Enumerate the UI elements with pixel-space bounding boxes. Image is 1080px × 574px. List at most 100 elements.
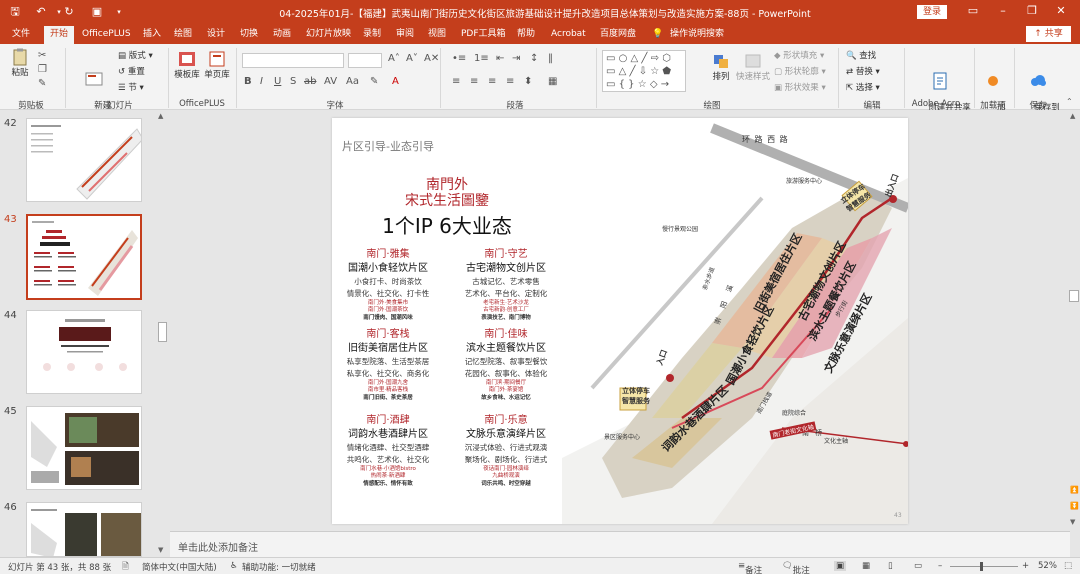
scroll-down-double-icon[interactable]: ⏬ [1070,502,1079,510]
tab-view[interactable]: 视图 [428,27,446,44]
tab-slideshow[interactable]: 幻灯片放映 [306,27,351,44]
align-center-icon[interactable]: ≡ [470,76,478,88]
tab-animations[interactable]: 动画 [273,27,291,44]
tab-pdf-toolbox[interactable]: PDF工具箱 [461,27,506,44]
tab-officeplus[interactable]: OfficePLUS [82,27,131,44]
notes-toggle[interactable]: ≡ 备注 [738,561,762,574]
spelling-icon[interactable]: 🗎 [122,561,129,574]
scroll-up-double-icon[interactable]: ⏫ [1070,486,1079,494]
justify-icon[interactable]: ≡ [506,76,514,88]
find-button[interactable]: 🔍 查找 [846,50,876,62]
align-left-icon[interactable]: ≡ [452,76,460,88]
line-spacing-icon[interactable]: ↕ [530,53,538,65]
shape-outline-button[interactable]: ▢ 形状轮廓 ▾ [774,66,826,78]
template-library-button[interactable]: 模板库 [172,50,202,81]
clear-format-icon[interactable]: A✕ [424,53,439,65]
reading-view-icon[interactable]: ▯ [888,561,893,571]
reset-button[interactable]: ↺ 重置 [118,66,145,78]
shape-effects-button[interactable]: ▣ 形状效果 ▾ [774,82,826,94]
tab-review[interactable]: 审阅 [396,27,414,44]
tab-home[interactable]: 开始 [44,26,75,44]
scroll-down-icon[interactable]: ▼ [158,546,163,554]
maximize-icon[interactable]: ❐ [1025,3,1039,19]
single-page-library-button[interactable]: 单页库 [202,50,232,81]
copy-icon[interactable]: ❐ [38,64,47,76]
slide-thumbnail-44[interactable] [26,310,142,394]
tell-me-search[interactable]: 操作说明搜索 [670,27,724,44]
slide-thumbnail-43[interactable] [26,214,142,300]
cut-icon[interactable]: ✂ [38,50,46,62]
layout-button[interactable]: ▤ 版式 ▾ [118,50,153,62]
close-icon[interactable]: ✕ [1054,3,1068,19]
tab-design[interactable]: 设计 [207,27,225,44]
collapse-ribbon-icon[interactable]: ⌃ [1066,96,1073,108]
slideshow-view-icon[interactable]: ▭ [914,561,922,571]
fit-to-window-icon[interactable]: ⬚ [1064,561,1072,571]
scroll-down-icon[interactable]: ▼ [1070,518,1075,526]
change-case-icon[interactable]: Aa [346,76,359,88]
paste-button[interactable]: 粘贴 [6,48,34,79]
section-button[interactable]: ☰ 节 ▾ [118,82,144,94]
shapes-gallery[interactable]: ▭ ○ △ ╱ ⇨ ⬡ ▭ △ ╱ ⇩ ☆ ⬟ ▭ { } ☆ ◇ → [602,50,686,92]
login-button[interactable]: 登录 [917,5,947,19]
columns-icon[interactable]: ‖ [548,53,553,65]
smartart-icon[interactable]: ▦ [548,76,557,88]
slide-thumbnail-45[interactable] [26,406,142,490]
italic-icon[interactable]: I [260,76,263,88]
format-painter-icon[interactable]: ✎ [38,78,46,90]
increase-indent-icon[interactable]: ⇥ [512,53,520,65]
accessibility-icon[interactable]: ♿ [230,561,238,571]
accessibility-status[interactable]: 辅助功能: 一切就绪 [242,561,316,573]
ribbon-display-icon[interactable]: ▭ [966,3,980,19]
align-right-icon[interactable]: ≡ [488,76,496,88]
save-icon[interactable]: 🖫 [8,4,22,20]
slide-thumbnail-46[interactable] [26,502,142,557]
redo-icon[interactable]: ↻ [62,4,76,20]
decrease-indent-icon[interactable]: ⇤ [496,53,504,65]
zoom-out-icon[interactable]: – [938,561,942,571]
quick-styles-button[interactable]: 快速样式 [736,52,770,83]
zoom-in-icon[interactable]: + [1022,561,1029,571]
editor-scrollbar[interactable]: ▲ ⏫ ⏬ ▼ [1068,110,1080,531]
zoom-level[interactable]: 52% [1038,561,1057,571]
numbering-icon[interactable]: 1≡ [474,53,489,65]
highlight-icon[interactable]: ✎ [370,76,378,88]
char-spacing-icon[interactable]: AV [324,76,337,88]
decrease-font-icon[interactable]: A˅ [406,53,418,65]
tab-transitions[interactable]: 切换 [240,27,258,44]
tab-help[interactable]: 帮助 [517,27,535,44]
underline-icon[interactable]: U [274,76,281,88]
zoom-slider-thumb[interactable] [980,562,983,571]
minimize-icon[interactable]: – [996,3,1010,19]
thumbnail-scrollbar[interactable]: ▲ ▼ [156,110,169,557]
notes-pane[interactable]: 单击此处添加备注 [170,531,1070,557]
font-name-field[interactable] [242,53,344,68]
scroll-up-icon[interactable]: ▲ [1070,112,1075,120]
shadow-icon[interactable]: S [290,76,296,88]
bullets-icon[interactable]: •≡ [452,53,466,65]
replace-button[interactable]: ⇄ 替换 ▾ [846,66,880,78]
present-icon[interactable]: ▣ [90,4,104,20]
thumbnail-scroll-thumb[interactable] [158,322,167,342]
select-button[interactable]: ⇱ 选择 ▾ [846,82,880,94]
font-color-icon[interactable]: A [392,76,399,88]
strikethrough-icon[interactable]: ab [304,76,316,88]
slide-sorter-icon[interactable]: ▦ [862,561,870,571]
slide-thumbnail-42[interactable] [26,118,142,202]
scroll-up-icon[interactable]: ▲ [158,112,163,120]
tab-record[interactable]: 录制 [363,27,381,44]
increase-font-icon[interactable]: A˄ [388,53,400,65]
share-button[interactable]: ↑ 共享 [1026,26,1071,42]
tab-file[interactable]: 文件 [12,27,30,44]
language-indicator[interactable]: 简体中文(中国大陆) [142,561,217,573]
slide-canvas[interactable]: 片区引导-业态引导 南門外 宋式生活圖鑒 1个IP 6大业态 南门·雅集 国潮小… [332,118,908,524]
undo-icon[interactable]: ↶ [34,4,48,20]
bold-icon[interactable]: B [244,76,252,88]
comments-toggle[interactable]: 🗨 批注 [782,561,810,574]
customize-icon[interactable]: ▾ [112,4,126,20]
editor-scroll-thumb[interactable] [1069,290,1079,302]
tab-acrobat[interactable]: Acrobat [551,27,586,44]
text-direction-icon[interactable]: ⬍ [524,76,532,88]
tab-draw[interactable]: 绘图 [174,27,192,44]
font-size-field[interactable] [348,53,382,68]
